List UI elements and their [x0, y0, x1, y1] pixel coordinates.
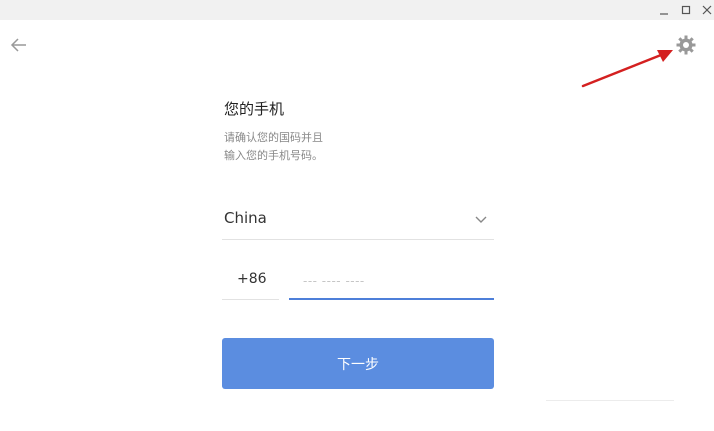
country-value: China	[224, 209, 267, 227]
page-title: 您的手机	[224, 100, 285, 118]
annotation-arrow	[581, 50, 673, 88]
phone-login-form: 您的手机 请确认您的国码并且 输入您的手机号码。 China +86 下一步	[222, 0, 494, 431]
close-button[interactable]	[699, 2, 714, 18]
country-code-field[interactable]: +86	[222, 263, 279, 300]
divider	[546, 400, 674, 401]
back-button[interactable]	[8, 34, 30, 56]
page-subtitle: 请确认您的国码并且 输入您的手机号码。	[224, 129, 424, 165]
close-icon	[702, 5, 712, 15]
country-code-value: +86	[237, 271, 267, 287]
maximize-icon	[681, 5, 691, 15]
subtitle-line-2: 输入您的手机号码。	[224, 149, 323, 162]
minimize-button[interactable]	[656, 2, 672, 18]
arrow-left-icon	[10, 38, 26, 52]
subtitle-line-1: 请确认您的国码并且	[224, 131, 323, 144]
chevron-down-icon	[475, 216, 487, 223]
phone-number-input[interactable]	[289, 263, 494, 300]
next-button[interactable]: 下一步	[222, 338, 494, 389]
maximize-button[interactable]	[678, 2, 694, 18]
minimize-icon	[660, 13, 668, 15]
country-select[interactable]: China	[222, 203, 494, 240]
